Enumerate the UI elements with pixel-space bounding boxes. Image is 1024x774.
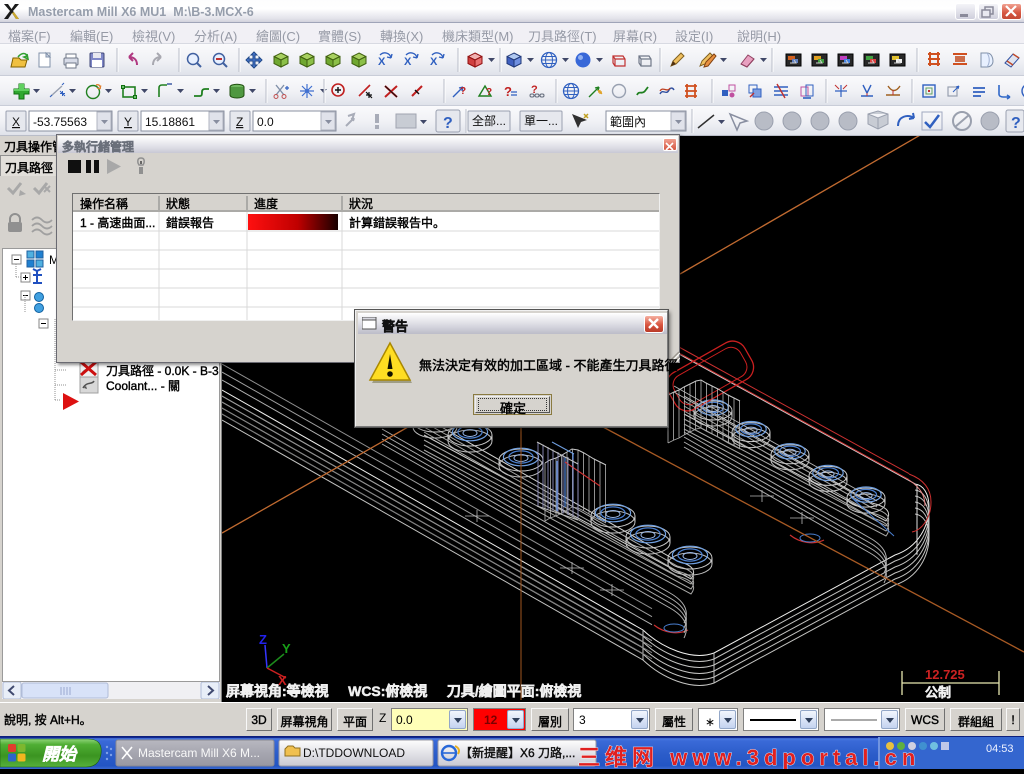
svg-text:範圍內: 範圍內 xyxy=(610,114,646,129)
svg-text:Y: Y xyxy=(124,115,132,129)
svg-text:刀具路徑 - 0.0K - B-3.: 刀具路徑 - 0.0K - B-3. xyxy=(106,363,219,378)
svg-text:15.18861: 15.18861 xyxy=(145,115,195,129)
svg-text:Z: Z xyxy=(259,632,267,647)
svg-text:12.725: 12.725 xyxy=(925,667,965,682)
svg-text:操作名稱: 操作名稱 xyxy=(80,196,128,211)
svg-text:X: X xyxy=(404,56,412,68)
svg-text:X: X xyxy=(12,115,20,129)
svg-text:?: ? xyxy=(504,84,512,99)
svg-text:全部...: 全部... xyxy=(472,113,506,128)
svg-text:進度: 進度 xyxy=(254,196,278,211)
svg-text:開始: 開始 xyxy=(42,745,78,764)
svg-text:0.0: 0.0 xyxy=(257,115,274,129)
svg-text:-53.75563: -53.75563 xyxy=(33,115,87,129)
svg-text:公制: 公制 xyxy=(925,685,951,700)
svg-text:錯誤報告: 錯誤報告 xyxy=(166,215,214,230)
svg-text:D:\TDDOWNLOAD: D:\TDDOWNLOAD xyxy=(303,746,405,760)
svg-text:狀況: 狀況 xyxy=(349,196,373,211)
svg-text:X: X xyxy=(378,56,386,68)
svg-text:三维网 www.3dportal.cn: 三维网 www.3dportal.cn xyxy=(578,745,920,769)
svg-text:Coolant... - 關: Coolant... - 關 xyxy=(106,379,180,393)
svg-text:【新提醒】X6 刀路,...: 【新提醒】X6 刀路,... xyxy=(460,745,575,760)
svg-text:單一...: 單一... xyxy=(524,114,558,128)
svg-text:X: X xyxy=(430,56,438,68)
svg-text:狀態: 狀態 xyxy=(166,196,190,211)
svg-text:Z: Z xyxy=(236,115,243,129)
svg-text:計算錯誤報告中。: 計算錯誤報告中。 xyxy=(349,215,445,230)
svg-text:?: ? xyxy=(486,87,492,98)
svg-text:1 - 高速曲面...: 1 - 高速曲面... xyxy=(80,215,155,230)
svg-text:04:53: 04:53 xyxy=(986,743,1014,755)
svg-text:屏幕視角:等檢視 WCS:俯檢視 刀具/繪圖: 屏幕視角:等檢視 WCS:俯檢視 刀具/繪圖平面:俯檢視 xyxy=(226,683,581,699)
svg-text:?: ? xyxy=(1011,115,1021,132)
svg-text:?: ? xyxy=(443,115,453,132)
svg-text:Y: Y xyxy=(282,641,291,656)
svg-text:Mastercam Mill X6 M...: Mastercam Mill X6 M... xyxy=(138,746,260,760)
svg-text:?: ? xyxy=(460,86,466,97)
